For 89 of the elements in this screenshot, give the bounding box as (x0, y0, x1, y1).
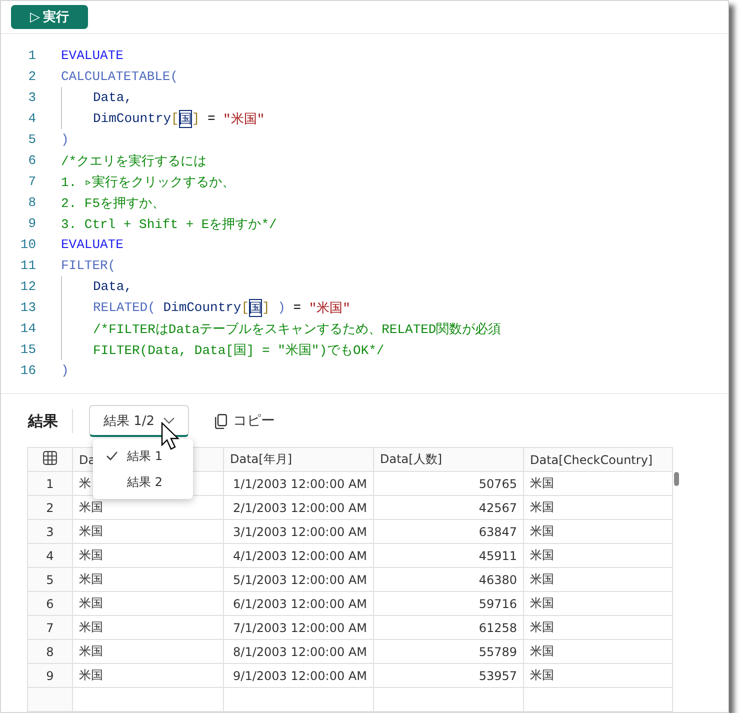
row-number: 2 (28, 496, 72, 520)
table-cell: 50765 (374, 472, 524, 496)
table-cell: 米国 (72, 520, 224, 544)
table-cell: 6/1/2003 12:00:00 AM (224, 592, 374, 616)
table-cell: 米国 (524, 544, 672, 568)
table-cell: 米国 (524, 640, 672, 664)
row-number: 7 (28, 616, 72, 640)
table-cell: 米国 (72, 568, 224, 592)
table-cell: 61258 (374, 616, 524, 640)
result-set-dropdown[interactable]: 結果 1/2 (89, 405, 189, 437)
line-number: 2 (27, 69, 36, 84)
code-line: /*クエリを実行するには (61, 152, 207, 170)
table-cell: 59716 (374, 592, 524, 616)
table-cell: 53957 (374, 664, 524, 688)
table-cell: 米国 (524, 472, 672, 496)
line-number: 4 (27, 111, 36, 126)
code-line: ) (61, 131, 69, 149)
column-header: Data[人数] (374, 448, 524, 472)
line-number: 5 (27, 132, 36, 147)
line-number: 15 (19, 342, 36, 357)
line-number: 3 (27, 90, 36, 105)
line-number: 16 (19, 363, 36, 378)
code-line: EVALUATE (61, 236, 124, 254)
menu-item[interactable]: 結果 2 (93, 469, 193, 495)
line-number: 9 (27, 216, 36, 231)
table-cell: 米国 (524, 592, 672, 616)
table-cell: 4/1/2003 12:00:00 AM (224, 544, 374, 568)
table-cell: 米国 (524, 568, 672, 592)
line-number: 6 (27, 153, 36, 168)
row-number: 5 (28, 568, 72, 592)
code-line: Data, (61, 276, 132, 297)
code-line: 2. F5を押すか、 (61, 194, 166, 212)
line-number: 14 (19, 321, 36, 336)
row-number: 1 (28, 472, 72, 496)
line-number: 12 (19, 279, 36, 294)
table-cell: 63847 (374, 520, 524, 544)
table-cell: 46380 (374, 568, 524, 592)
row-number: 6 (28, 592, 72, 616)
scrollbar-thumb[interactable] (674, 472, 679, 486)
table-cell: 米国 (72, 640, 224, 664)
code-line: 1. ▹実行をクリックするか、 (61, 174, 236, 192)
table-cell: 45911 (374, 544, 524, 568)
code-line: /*FILTERはDataテーブルをスキャンするため、RELATED関数が必須 (61, 318, 502, 339)
code-line: Data, (61, 87, 132, 108)
code-line: FILTER(Data, Data[国] = "米国")でもOK*/ (61, 339, 384, 360)
line-number: 1 (27, 48, 36, 63)
row-number: 8 (28, 640, 72, 664)
table-cell: 米国 (524, 616, 672, 640)
code-line: CALCULATETABLE( (61, 68, 178, 86)
table-cell: 米国 (524, 664, 672, 688)
table-cell: 42567 (374, 496, 524, 520)
chevron-down-icon (162, 417, 175, 424)
table-cell: 9/1/2003 12:00:00 AM (224, 664, 374, 688)
table-cell: 7/1/2003 12:00:00 AM (224, 616, 374, 640)
menu-item[interactable]: 結果 1 (93, 443, 193, 469)
line-number: 11 (19, 258, 36, 273)
code-line: 3. Ctrl + Shift + Eを押すか*/ (61, 216, 277, 234)
table-cell: 米国 (524, 496, 672, 520)
results-title: 結果 (28, 412, 58, 430)
row-number: 3 (28, 520, 72, 544)
code-line: FILTER( (61, 257, 116, 275)
code-line: DimCountry[国] = "米国" (61, 108, 265, 129)
run-button[interactable]: ▷ 実行 (11, 5, 88, 29)
table-cell: 米国 (72, 664, 224, 688)
table-cell: 1/1/2003 12:00:00 AM (224, 472, 374, 496)
row-number: 9 (28, 664, 72, 688)
table-cell: 米国 (524, 520, 672, 544)
table-cell: 5/1/2003 12:00:00 AM (224, 568, 374, 592)
table-cell: 米国 (72, 496, 224, 520)
code-line: EVALUATE (61, 47, 124, 65)
line-number: 7 (27, 174, 36, 189)
table-cell: 2/1/2003 12:00:00 AM (224, 496, 374, 520)
column-header: Data[年月] (224, 448, 374, 472)
line-number: 13 (19, 300, 36, 315)
table-cell: 3/1/2003 12:00:00 AM (224, 520, 374, 544)
table-grid-icon (43, 451, 57, 465)
code-line: RELATED( DimCountry[国] ) = "米国" (61, 297, 350, 318)
line-number: 8 (27, 195, 36, 210)
copy-button[interactable]: コピー (215, 412, 275, 430)
table-cell: 米国 (72, 592, 224, 616)
code-line: ) (61, 362, 69, 380)
line-number: 10 (19, 237, 36, 252)
row-number: 4 (28, 544, 72, 568)
table-cell: 55789 (374, 640, 524, 664)
table-cell: 8/1/2003 12:00:00 AM (224, 640, 374, 664)
column-header: Data[CheckCountry] (524, 448, 672, 472)
table-cell: 米国 (72, 616, 224, 640)
copy-icon (215, 414, 227, 428)
table-cell: 米国 (72, 544, 224, 568)
